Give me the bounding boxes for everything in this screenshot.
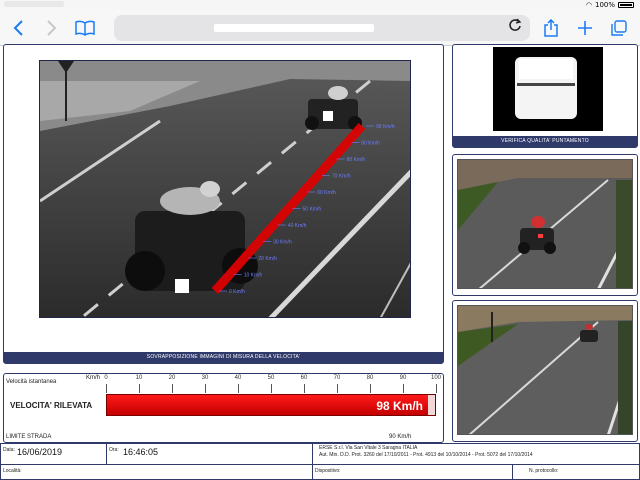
kmh-label: Km/h [86,375,101,381]
aim-photo [493,47,603,131]
reload-button[interactable] [508,18,522,36]
scale-tick: 100 [430,375,442,381]
distance-label: 50 Km/h [303,207,322,213]
detected-speed-label: VELOCITA' RILEVATA [10,401,93,410]
aim-caption: VERIFICA QUALITA' PUNTAMENTO [453,136,637,147]
url-text [214,24,374,32]
location-label: Località: [3,468,22,474]
speed-scale: 0 10 20 30 40 50 60 70 80 90 100 [104,375,441,393]
scale-tick-mark [436,384,437,393]
status-carrier [4,1,64,7]
distance-label: 0 Km/h [229,289,245,295]
scale-tick-mark [304,384,305,393]
share-button[interactable] [540,17,562,39]
address-bar[interactable] [114,15,530,41]
scale-tick: 90 [399,375,407,381]
wifi-icon: ◠ [585,1,592,9]
scale-tick-mark [172,384,173,393]
tabs-icon [611,20,627,36]
battery-icon [618,2,634,8]
distance-label: 98 Km/h [376,124,395,130]
bookmarks-button[interactable] [74,17,96,39]
side-photo-2 [457,305,633,435]
scale-tick: 0 [104,375,108,381]
distance-label: 30 Km/h [273,240,292,246]
scale-tick-mark [238,384,239,393]
scale-tick-mark [370,384,371,393]
speed-panel: Velocità istantanea Km/h 0 10 20 30 40 50 60 70… [3,373,444,443]
time-label: Ora: [109,447,119,453]
info-row-datetime: Data: 16/06/2019 Ora: 16:46:05 ERSE S.r.… [0,443,640,465]
side-photo-1 [457,159,633,289]
info-row-location: Località: Dispositivo: N. protocollo: [0,464,640,480]
distance-label: 80 Km/h [347,157,366,163]
scale-tick: 50 [267,375,275,381]
book-icon [75,20,95,36]
browser-toolbar [0,10,640,46]
detected-speed-value: 98 Km/h [376,399,423,413]
scale-tick: 20 [168,375,176,381]
scale-tick-mark [139,384,140,393]
share-icon [544,19,558,37]
aim-verification-frame: VERIFICA QUALITA' PUNTAMENTO [452,44,638,148]
date-value: 16/06/2019 [17,447,63,457]
limit-value: 90 Km/h [389,434,412,440]
time-value: 16:46:05 [123,447,159,457]
distance-label: 70 Km/h [332,174,351,180]
forward-button[interactable] [40,17,62,39]
protocol-cell: N. protocollo: [513,465,639,479]
company-info: ERSE S.r.l. Via San Vitale 3 Saragna ITA… [319,445,533,458]
main-caption: SOVRAPPOSIZIONE IMMAGINI DI MISURA DELLA… [4,352,443,363]
scale-tick: 80 [366,375,374,381]
date-cell: Data: 16/06/2019 [1,444,107,464]
back-button[interactable] [8,17,30,39]
scale-tick-mark [271,384,272,393]
scale-tick-mark [337,384,338,393]
date-label: Data: [3,447,15,453]
tabs-button[interactable] [608,17,630,39]
side-photo-frame-1 [452,154,638,296]
distance-label: 10 Km/h [244,273,263,279]
plus-icon [578,21,592,35]
distance-label: 90 Km/h [361,141,380,147]
company-line-2: Aut. Min. D.D. Prot. 3260 del 17/10/2011… [319,451,533,458]
battery-percent: 100% [594,1,615,9]
side-photo-1-svg [458,160,632,288]
overlay-photo: 98 Km/h 90 Km/h 80 Km/h 70 Km/h 60 Km/h 50 Km… [39,60,411,318]
scale-tick: 70 [333,375,341,381]
status-right: ◠ 100% [586,1,634,9]
status-bar: ◠ 100% [0,0,640,10]
scale-tick: 30 [201,375,209,381]
scale-tick-mark [403,384,404,393]
instant-speed-label: Velocità istantanea [6,379,57,385]
scale-tick: 10 [135,375,143,381]
aim-photo-svg [515,57,577,119]
location-cell: Località: [1,465,313,479]
chevron-left-icon [13,20,23,36]
side-photo-frame-2 [452,300,638,442]
distance-label: 20 Km/h [258,256,277,262]
report-page: 98 Km/h 90 Km/h 80 Km/h 70 Km/h 60 Km/h 50 Km… [0,44,640,480]
time-cell: Ora: 16:46:05 [107,444,313,464]
speed-bar-track: 98 Km/h [106,394,436,416]
main-measurement-frame: 98 Km/h 90 Km/h 80 Km/h 70 Km/h 60 Km/h 50 Km… [3,44,444,364]
reload-icon [509,18,522,31]
distance-label: 60 Km/h [317,190,336,196]
chevron-right-icon [47,20,57,36]
device-label: Dispositivo: [315,468,341,474]
scale-tick: 40 [234,375,242,381]
side-photo-2-svg [458,306,632,434]
scale-tick-mark [106,384,107,393]
limit-label: LIMITE STRADA [6,434,52,440]
scale-tick-mark [205,384,206,393]
new-tab-button[interactable] [574,17,596,39]
scale-tick: 60 [300,375,308,381]
device-cell: Dispositivo: [313,465,513,479]
safari-window: ◠ 100% 98 Km/h 90 Km/h 80 Km/h 70 Km/h 6… [0,0,640,480]
distance-label: 40 Km/h [288,223,307,229]
overlay-photo-svg: 98 Km/h 90 Km/h 80 Km/h 70 Km/h 60 Km/h 50 Km… [40,61,410,317]
protocol-label: N. protocollo: [529,468,559,474]
